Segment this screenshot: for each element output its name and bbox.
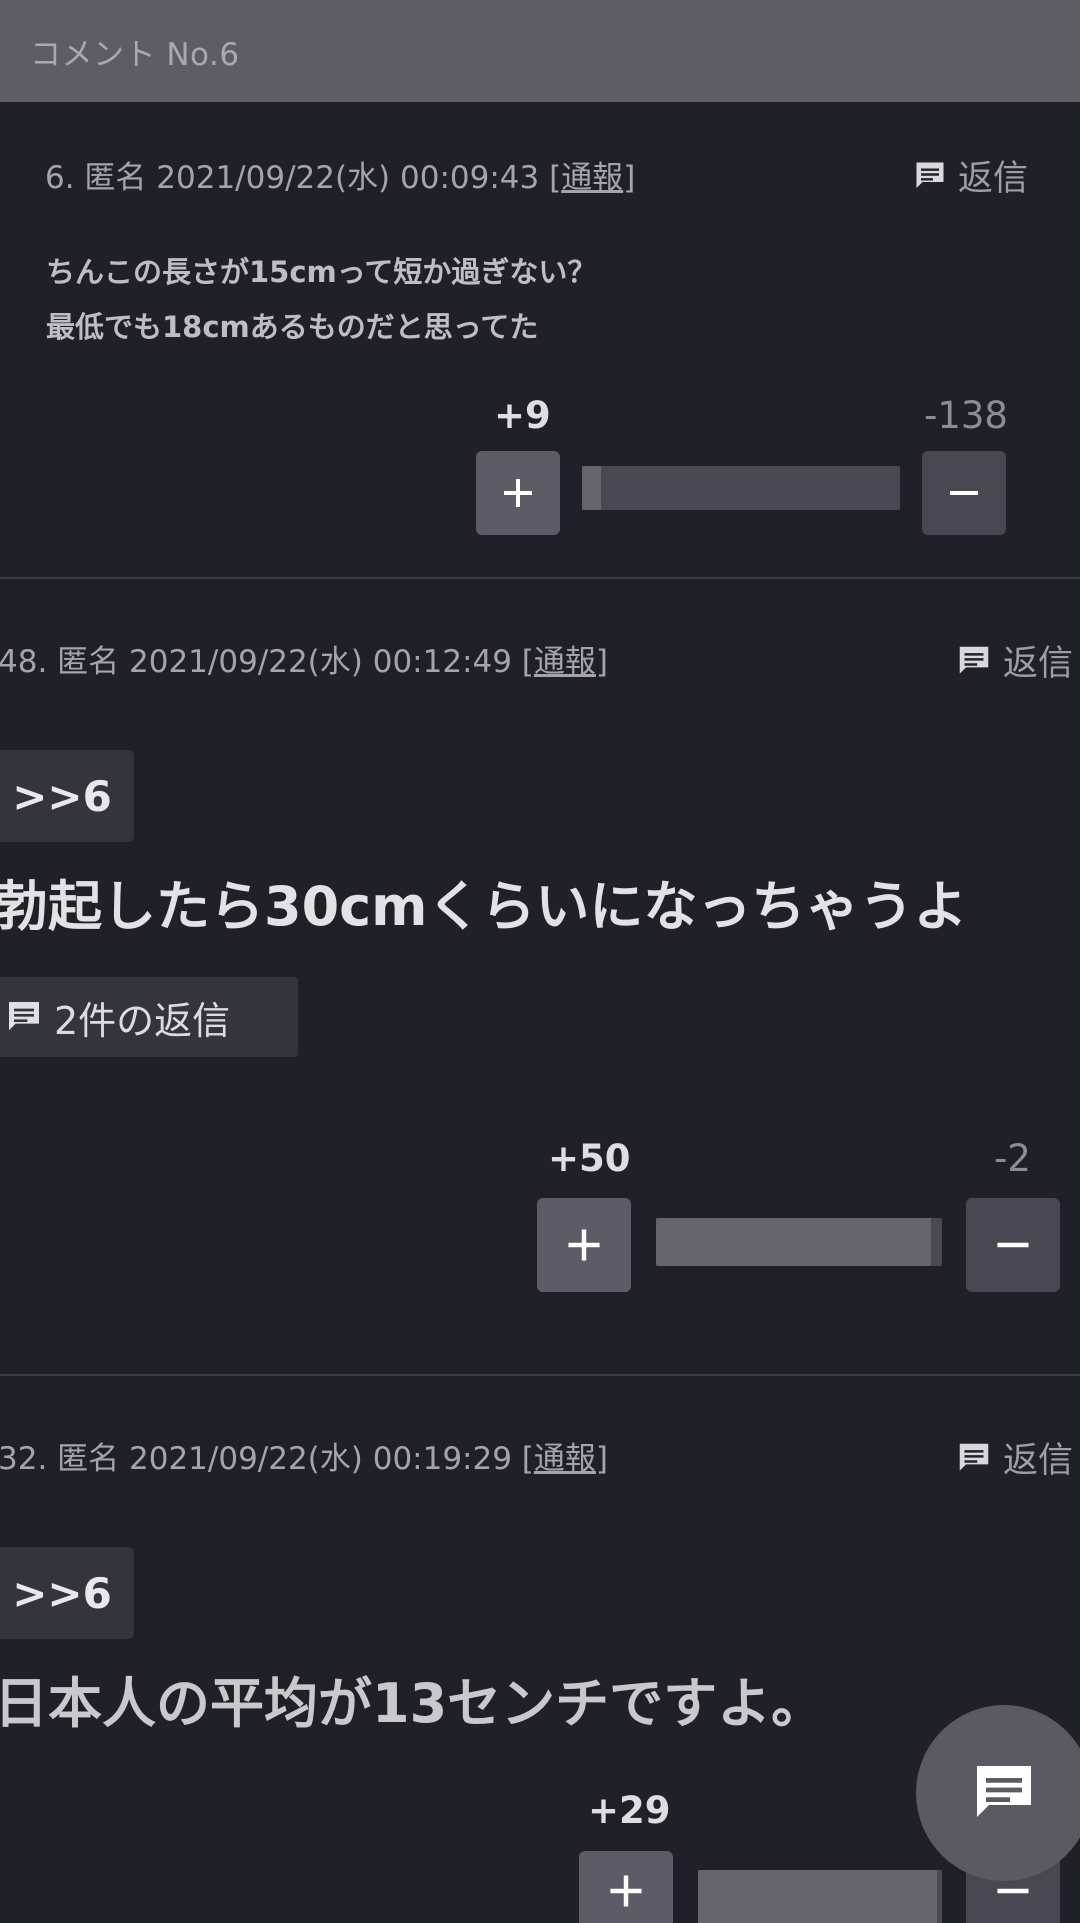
header-bar: コメント No.6 — [0, 0, 1080, 102]
minus-button[interactable] — [966, 1198, 1060, 1292]
minus-count: -138 — [924, 394, 1008, 437]
plus-icon — [504, 479, 532, 507]
anchor-link[interactable]: >>6 — [0, 1547, 134, 1639]
comment-icon — [959, 1443, 989, 1471]
minus-icon — [997, 1242, 1029, 1248]
vote-ratio-bar — [656, 1218, 942, 1266]
replies-count-label: 2件の返信 — [54, 998, 231, 1043]
reply-label: 返信 — [1003, 1441, 1074, 1481]
minus-icon — [950, 491, 978, 495]
plus-ratio-fill — [656, 1218, 932, 1266]
comment-meta: 32. 匿名 2021/09/22(水) 00:19:29 [通報] — [0, 1441, 609, 1477]
plus-button[interactable] — [537, 1198, 631, 1292]
page: コメント No.6 6. 匿名 2021/09/22(水) 00:09:43 [… — [0, 0, 1080, 1923]
reply-button[interactable]: 返信 — [955, 635, 1073, 686]
reply-button[interactable]: 返信 — [955, 1432, 1073, 1483]
divider — [0, 1374, 1080, 1376]
plus-count: +9 — [494, 394, 551, 437]
minus-button[interactable] — [922, 451, 1006, 535]
divider — [0, 577, 1080, 579]
replies-button[interactable]: 2件の返信 — [0, 977, 298, 1057]
report-link[interactable]: 通報 — [534, 1441, 596, 1477]
plus-ratio-fill — [582, 466, 602, 510]
plus-button[interactable] — [476, 451, 560, 535]
comment-meta: 6. 匿名 2021/09/22(水) 00:09:43 [通報] — [45, 160, 636, 196]
minus-count: -2 — [994, 1137, 1031, 1180]
comment-body: ちんこの長さが15cmって短か過ぎない？ 最低でも18cmあるものだと思ってた — [46, 255, 597, 344]
comment-body: 勃起したら30cmくらいになっちゃうよ — [0, 875, 968, 938]
new-comment-fab[interactable] — [916, 1705, 1080, 1881]
comment-meta: 48. 匿名 2021/09/22(水) 00:12:49 [通報] — [0, 644, 609, 680]
anchor-link[interactable]: >>6 — [0, 750, 134, 842]
reply-label: 返信 — [958, 159, 1029, 199]
comment-icon — [959, 646, 989, 674]
comment-icon — [9, 1002, 39, 1031]
comment-icon — [977, 1766, 1031, 1817]
page-title: コメント No.6 — [30, 36, 240, 73]
plus-icon — [568, 1229, 600, 1261]
reply-button[interactable]: 返信 — [912, 150, 1028, 201]
vote-ratio-bar — [698, 1870, 942, 1923]
report-link[interactable]: 通報 — [561, 160, 623, 196]
reply-label: 返信 — [1003, 644, 1074, 684]
comment-icon — [916, 162, 944, 188]
plus-ratio-fill — [698, 1870, 938, 1923]
comment-body: 日本人の平均が13センチですよ。 — [0, 1672, 826, 1735]
report-link[interactable]: 通報 — [534, 644, 596, 680]
plus-icon — [610, 1875, 642, 1907]
vote-ratio-bar — [582, 466, 900, 510]
plus-button[interactable] — [579, 1851, 673, 1923]
plus-count: +50 — [548, 1137, 631, 1180]
plus-count: +29 — [588, 1789, 671, 1832]
